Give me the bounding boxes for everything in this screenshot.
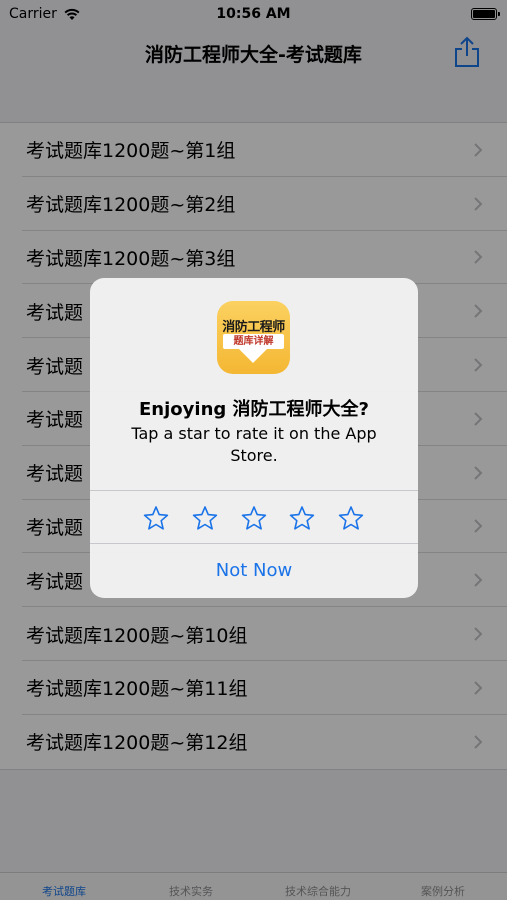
star-icon[interactable] [192,505,218,531]
not-now-button[interactable]: Not Now [90,544,418,598]
star-rating [90,490,418,544]
app-icon: 消防工程师 题库详解 [217,301,290,374]
star-icon[interactable] [338,505,364,531]
app-icon-band: 题库详解 [223,334,284,349]
star-icon[interactable] [289,505,315,531]
app-icon-title: 消防工程师 [222,320,285,335]
alert-message: Tap a star to rate it on the App Store. [131,424,377,465]
alert-title: Enjoying 消防工程师大全? [139,399,369,420]
star-icon[interactable] [241,505,267,531]
star-icon[interactable] [143,505,169,531]
app-icon-arrow [239,349,267,363]
rating-alert: 消防工程师 题库详解 Enjoying 消防工程师大全? Tap a star … [90,278,418,598]
